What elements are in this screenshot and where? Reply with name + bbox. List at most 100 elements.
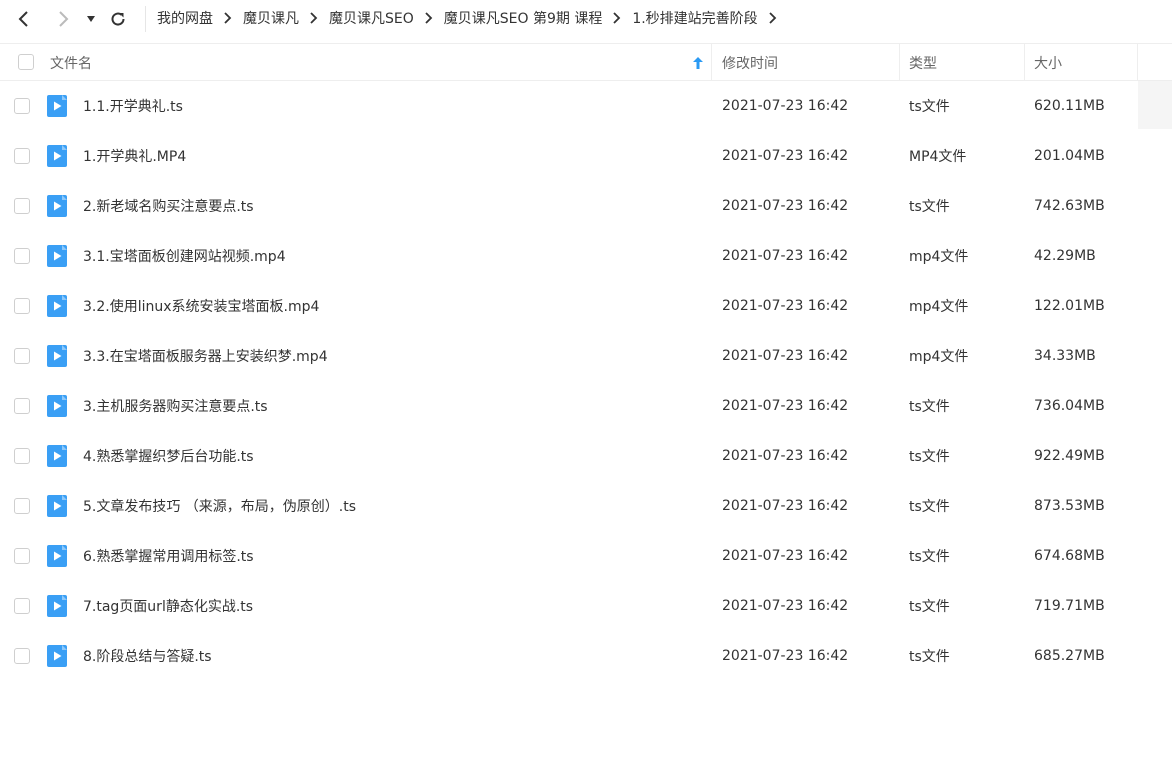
video-file-icon xyxy=(47,145,67,167)
file-name[interactable]: 3.3.在宝塔面板服务器上安装织梦.mp4 xyxy=(83,331,328,381)
video-file-icon xyxy=(47,245,67,267)
file-size: 122.01MB xyxy=(1034,298,1105,314)
file-size: 922.49MB xyxy=(1034,448,1105,464)
row-checkbox[interactable] xyxy=(14,398,30,414)
row-checkbox[interactable] xyxy=(14,348,30,364)
file-name[interactable]: 1.1.开学典礼.ts xyxy=(83,81,183,131)
breadcrumb-item[interactable]: 魔贝课凡SEO xyxy=(329,8,414,28)
row-checkbox[interactable] xyxy=(14,598,30,614)
file-name[interactable]: 2.新老域名购买注意要点.ts xyxy=(83,181,254,231)
file-name[interactable]: 1.开学典礼.MP4 xyxy=(83,131,186,181)
file-type: ts文件 xyxy=(909,599,950,615)
table-row[interactable]: 6.熟悉掌握常用调用标签.ts 2021-07-23 16:42 ts文件 67… xyxy=(0,531,1172,581)
column-header-modified[interactable]: 修改时间 xyxy=(712,44,900,81)
row-checkbox[interactable] xyxy=(14,448,30,464)
column-header-name[interactable]: 文件名 xyxy=(50,44,712,81)
refresh-button[interactable] xyxy=(105,6,131,32)
caret-down-icon xyxy=(87,16,95,22)
refresh-icon xyxy=(111,12,125,26)
file-name[interactable]: 8.阶段总结与答疑.ts xyxy=(83,631,212,681)
file-type: ts文件 xyxy=(909,449,950,465)
history-dropdown-button[interactable] xyxy=(80,6,102,32)
table-row[interactable]: 2.新老域名购买注意要点.ts 2021-07-23 16:42 ts文件 74… xyxy=(0,181,1172,231)
table-row[interactable]: 3.3.在宝塔面板服务器上安装织梦.mp4 2021-07-23 16:42 m… xyxy=(0,331,1172,381)
file-size: 742.63MB xyxy=(1034,198,1105,214)
file-name[interactable]: 3.2.使用linux系统安装宝塔面板.mp4 xyxy=(83,281,319,331)
chevron-right-icon xyxy=(414,12,444,24)
chevron-right-icon xyxy=(602,12,632,24)
video-file-icon xyxy=(47,545,67,567)
file-modified: 2021-07-23 16:42 xyxy=(722,448,849,464)
file-modified: 2021-07-23 16:42 xyxy=(722,398,849,414)
table-row[interactable]: 8.阶段总结与答疑.ts 2021-07-23 16:42 ts文件 685.2… xyxy=(0,631,1172,681)
file-size: 685.27MB xyxy=(1034,648,1105,664)
table-row[interactable]: 4.熟悉掌握织梦后台功能.ts 2021-07-23 16:42 ts文件 92… xyxy=(0,431,1172,481)
table-row[interactable]: 1.开学典礼.MP4 2021-07-23 16:42 MP4文件 201.04… xyxy=(0,131,1172,181)
video-file-icon xyxy=(47,495,67,517)
file-name[interactable]: 3.1.宝塔面板创建网站视频.mp4 xyxy=(83,231,286,281)
back-button[interactable] xyxy=(11,6,37,32)
file-name[interactable]: 6.熟悉掌握常用调用标签.ts xyxy=(83,531,254,581)
breadcrumb-item[interactable]: 魔贝课凡SEO 第9期 课程 xyxy=(444,8,603,28)
row-checkbox[interactable] xyxy=(14,148,30,164)
file-type: ts文件 xyxy=(909,199,950,215)
row-checkbox[interactable] xyxy=(14,198,30,214)
breadcrumb: 我的网盘 魔贝课凡 魔贝课凡SEO 魔贝课凡SEO 第9期 课程 1.秒排建站完… xyxy=(157,0,788,36)
row-checkbox[interactable] xyxy=(14,498,30,514)
file-type: ts文件 xyxy=(909,99,950,115)
file-size: 42.29MB xyxy=(1034,248,1096,264)
file-name[interactable]: 4.熟悉掌握织梦后台功能.ts xyxy=(83,431,254,481)
video-file-icon xyxy=(47,195,67,217)
file-modified: 2021-07-23 16:42 xyxy=(722,498,849,514)
chevron-right-icon xyxy=(299,12,329,24)
table-row[interactable]: 3.2.使用linux系统安装宝塔面板.mp4 2021-07-23 16:42… xyxy=(0,281,1172,331)
column-header-size-label: 大小 xyxy=(1034,55,1062,72)
file-type: MP4文件 xyxy=(909,149,967,165)
video-file-icon xyxy=(47,445,67,467)
table-row[interactable]: 1.1.开学典礼.ts 2021-07-23 16:42 ts文件 620.11… xyxy=(0,81,1172,131)
file-size: 620.11MB xyxy=(1034,98,1105,114)
table-row[interactable]: 7.tag页面url静态化实战.ts 2021-07-23 16:42 ts文件… xyxy=(0,581,1172,631)
video-file-icon xyxy=(47,645,67,667)
row-checkbox[interactable] xyxy=(14,648,30,664)
row-checkbox[interactable] xyxy=(14,248,30,264)
file-modified: 2021-07-23 16:42 xyxy=(722,198,849,214)
file-size: 736.04MB xyxy=(1034,398,1105,414)
breadcrumb-item-current[interactable]: 1.秒排建站完善阶段 xyxy=(632,8,757,28)
video-file-icon xyxy=(47,395,67,417)
file-name[interactable]: 7.tag页面url静态化实战.ts xyxy=(83,581,253,631)
file-modified: 2021-07-23 16:42 xyxy=(722,248,849,264)
file-modified: 2021-07-23 16:42 xyxy=(722,598,849,614)
chevron-left-icon xyxy=(18,11,28,27)
chevron-right-icon xyxy=(59,11,69,27)
file-modified: 2021-07-23 16:42 xyxy=(722,348,849,364)
column-header-name-label: 文件名 xyxy=(50,55,92,72)
file-type: mp4文件 xyxy=(909,349,969,365)
file-name[interactable]: 3.主机服务器购买注意要点.ts xyxy=(83,381,268,431)
file-type: mp4文件 xyxy=(909,249,969,265)
file-name[interactable]: 5.文章发布技巧 （来源，布局，伪原创）.ts xyxy=(83,481,356,531)
column-header-type-label: 类型 xyxy=(909,55,937,72)
row-checkbox[interactable] xyxy=(14,98,30,114)
forward-button[interactable] xyxy=(50,6,76,32)
video-file-icon xyxy=(47,95,67,117)
file-type: ts文件 xyxy=(909,499,950,515)
breadcrumb-item[interactable]: 魔贝课凡 xyxy=(243,8,299,28)
sort-ascending-icon[interactable] xyxy=(692,56,704,70)
table-row[interactable]: 3.主机服务器购买注意要点.ts 2021-07-23 16:42 ts文件 7… xyxy=(0,381,1172,431)
breadcrumb-item[interactable]: 我的网盘 xyxy=(157,8,213,28)
file-list-header: 文件名 修改时间 类型 大小 xyxy=(0,43,1172,81)
file-type: mp4文件 xyxy=(909,299,969,315)
column-header-size[interactable]: 大小 xyxy=(1025,44,1138,81)
file-modified: 2021-07-23 16:42 xyxy=(722,648,849,664)
table-row[interactable]: 3.1.宝塔面板创建网站视频.mp4 2021-07-23 16:42 mp4文… xyxy=(0,231,1172,281)
file-type: ts文件 xyxy=(909,399,950,415)
file-size: 674.68MB xyxy=(1034,548,1105,564)
table-row[interactable]: 5.文章发布技巧 （来源，布局，伪原创）.ts 2021-07-23 16:42… xyxy=(0,481,1172,531)
chevron-right-icon xyxy=(213,12,243,24)
row-checkbox[interactable] xyxy=(14,548,30,564)
select-all-checkbox[interactable] xyxy=(18,54,34,70)
file-modified: 2021-07-23 16:42 xyxy=(722,148,849,164)
column-header-type[interactable]: 类型 xyxy=(900,44,1025,81)
row-checkbox[interactable] xyxy=(14,298,30,314)
